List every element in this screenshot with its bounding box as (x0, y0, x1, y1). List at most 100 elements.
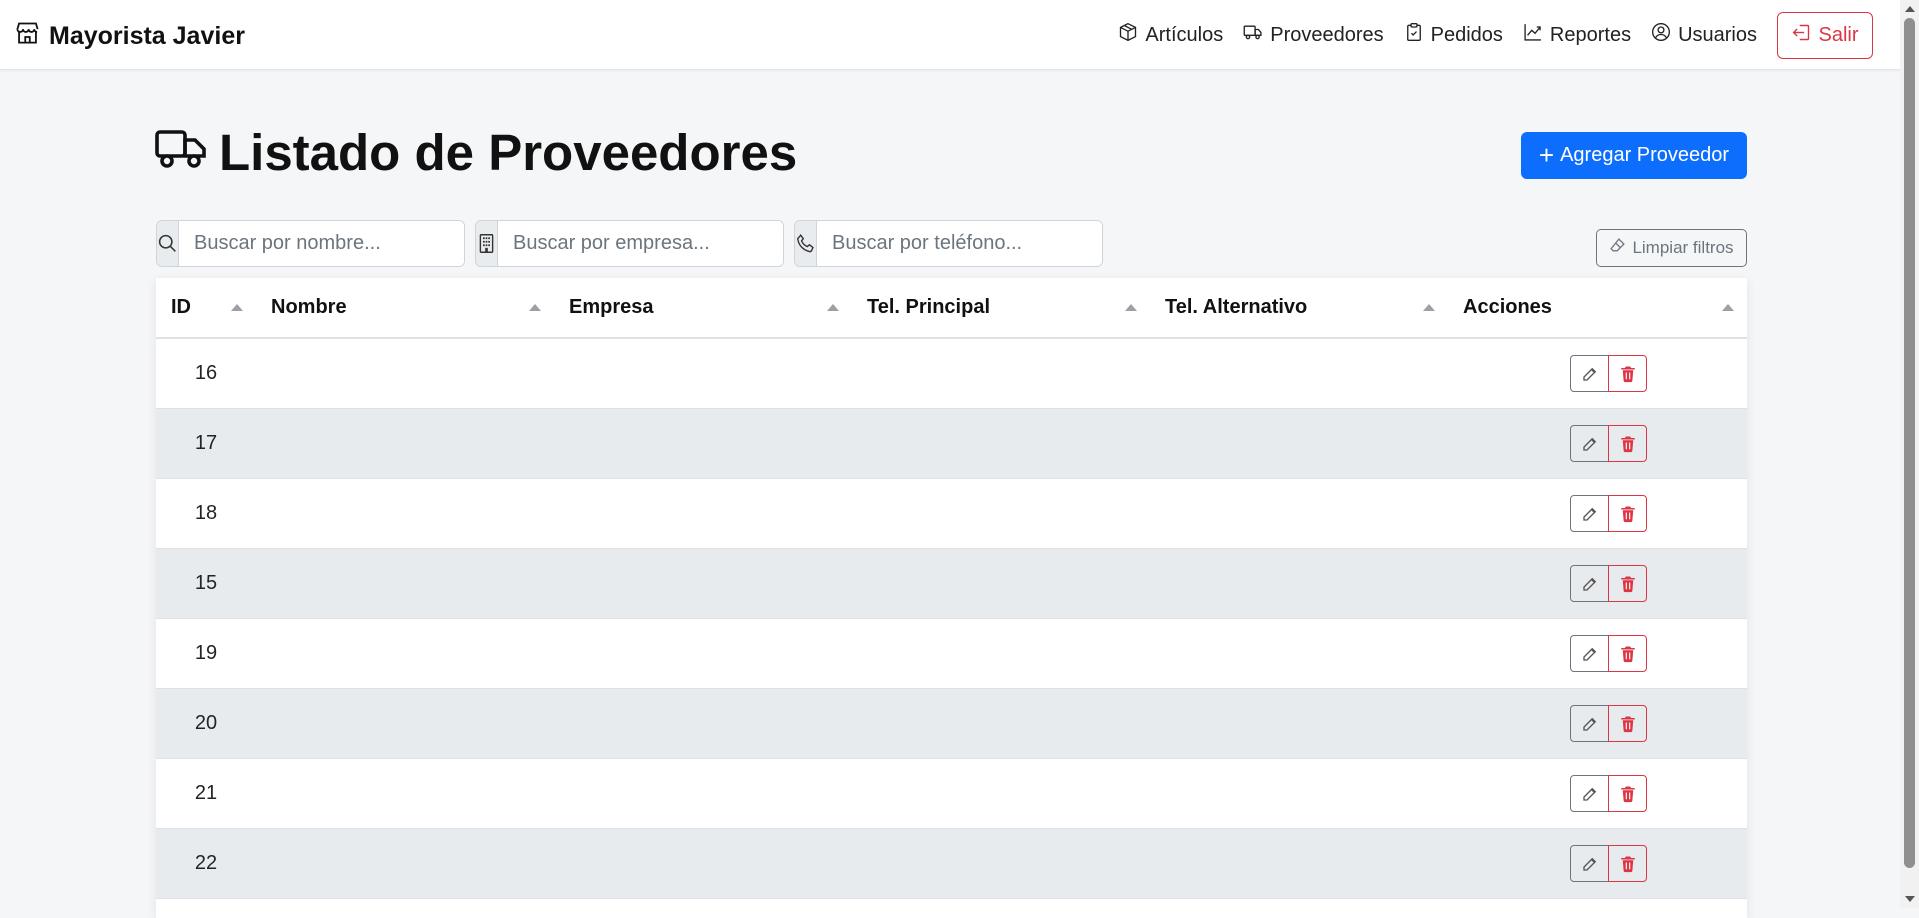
add-supplier-button[interactable]: + Agregar Proveedor (1521, 132, 1747, 179)
logout-button[interactable]: Salir (1777, 11, 1873, 59)
delete-button[interactable] (1608, 775, 1647, 812)
column-header-empresa[interactable]: Empresa (554, 278, 852, 337)
row-actions (1570, 425, 1647, 462)
cell-nombre (256, 829, 554, 898)
cell-acciones (1448, 339, 1747, 408)
cell-nombre (256, 619, 554, 688)
nav-item-pedidos[interactable]: Pedidos (1404, 22, 1503, 48)
search-empresa-input[interactable] (498, 221, 783, 266)
filter-nombre (156, 220, 465, 267)
eraser-icon (1609, 237, 1626, 259)
edit-button[interactable] (1570, 425, 1609, 462)
sort-icon (827, 304, 839, 311)
column-label: ID (171, 296, 191, 318)
nav-item-articulos[interactable]: Artículos (1118, 22, 1223, 48)
add-supplier-label: Agregar Proveedor (1560, 144, 1730, 166)
table-row: 15 (156, 549, 1747, 619)
cell-nombre (256, 549, 554, 618)
cell-empresa (554, 339, 852, 408)
cell-tel-principal (852, 549, 1150, 618)
phone-icon (795, 221, 817, 266)
scroll-up-icon[interactable] (1905, 6, 1915, 12)
delete-button[interactable] (1608, 845, 1647, 882)
delete-button[interactable] (1608, 565, 1647, 602)
table-row: 17 (156, 409, 1747, 479)
sort-icon (231, 304, 243, 311)
column-header-nombre[interactable]: Nombre (256, 278, 554, 337)
cell-acciones (1448, 549, 1747, 618)
nav-links: Artículos Proveedores Pedidos Reportes U… (1098, 11, 1873, 59)
column-header-acciones[interactable]: Acciones (1448, 278, 1747, 337)
edit-button[interactable] (1570, 845, 1609, 882)
edit-button[interactable] (1570, 775, 1609, 812)
nav-item-label: Pedidos (1430, 23, 1503, 46)
column-label: Tel. Alternativo (1165, 296, 1308, 318)
edit-button[interactable] (1570, 495, 1609, 532)
cell-tel-principal (852, 409, 1150, 478)
sort-icon (1722, 304, 1734, 311)
nav-item-label: Artículos (1145, 23, 1224, 46)
nav-item-usuarios[interactable]: Usuarios (1651, 22, 1757, 48)
cell-empresa (554, 689, 852, 758)
page-title: Listado de Proveedores (155, 120, 797, 184)
row-actions (1570, 845, 1647, 882)
clear-filters-button[interactable]: Limpiar filtros (1596, 229, 1747, 267)
cell-tel-principal (852, 689, 1150, 758)
column-label: Acciones (1463, 296, 1552, 318)
cell-id: 19 (194, 642, 218, 664)
page-scrollbar[interactable] (1900, 0, 1919, 908)
row-actions (1570, 705, 1647, 742)
nav-item-proveedores[interactable]: Proveedores (1243, 22, 1384, 48)
column-header-id[interactable]: ID (156, 278, 256, 337)
edit-button[interactable] (1570, 635, 1609, 672)
trash-icon (1619, 785, 1637, 803)
cell-tel-alternativo (1150, 549, 1448, 618)
scroll-down-icon[interactable] (1905, 896, 1915, 902)
table-row: 22 (156, 829, 1747, 899)
user-circle-icon (1651, 22, 1671, 48)
brand[interactable]: Mayorista Javier (14, 20, 245, 52)
delete-button[interactable] (1608, 425, 1647, 462)
cell-tel-alternativo (1150, 409, 1448, 478)
cell-tel-principal (852, 759, 1150, 828)
search-telefono-input[interactable] (817, 221, 1102, 266)
cell-id: 15 (194, 572, 218, 594)
trash-icon (1619, 365, 1637, 383)
search-nombre-input[interactable] (179, 221, 464, 266)
scrollbar-thumb[interactable] (1904, 18, 1915, 868)
cell-nombre (256, 409, 554, 478)
delete-button[interactable] (1608, 635, 1647, 672)
table-row: 19 (156, 619, 1747, 689)
edit-button[interactable] (1570, 705, 1609, 742)
delete-button[interactable] (1608, 495, 1647, 532)
cell-nombre (256, 759, 554, 828)
edit-icon (1581, 365, 1599, 383)
nav-item-label: Usuarios (1678, 23, 1757, 46)
column-header-tel-principal[interactable]: Tel. Principal (852, 278, 1150, 337)
cell-nombre (256, 479, 554, 548)
trash-icon (1619, 715, 1637, 733)
edit-button[interactable] (1570, 565, 1609, 602)
cell-tel-alternativo (1150, 619, 1448, 688)
column-header-tel-alternativo[interactable]: Tel. Alternativo (1150, 278, 1448, 337)
nav-item-reportes[interactable]: Reportes (1523, 22, 1631, 48)
delete-button[interactable] (1608, 705, 1647, 742)
search-icon (157, 221, 179, 266)
row-actions (1570, 495, 1647, 532)
cell-id: 20 (194, 712, 218, 734)
delete-button[interactable] (1608, 355, 1647, 392)
sort-icon (1423, 304, 1435, 311)
cell-tel-principal (852, 479, 1150, 548)
cell-empresa (554, 549, 852, 618)
cell-id: 17 (194, 432, 218, 454)
edit-button[interactable] (1570, 355, 1609, 392)
cell-tel-alternativo (1150, 479, 1448, 548)
table-row: 16 (156, 339, 1747, 409)
cell-tel-principal (852, 619, 1150, 688)
table-header: ID Nombre Empresa Tel. Principal Tel. Al… (156, 278, 1747, 339)
plus-icon: + (1538, 139, 1555, 170)
cell-id: 22 (194, 852, 218, 874)
cell-empresa (554, 479, 852, 548)
trash-icon (1619, 505, 1637, 523)
trash-icon (1619, 435, 1637, 453)
